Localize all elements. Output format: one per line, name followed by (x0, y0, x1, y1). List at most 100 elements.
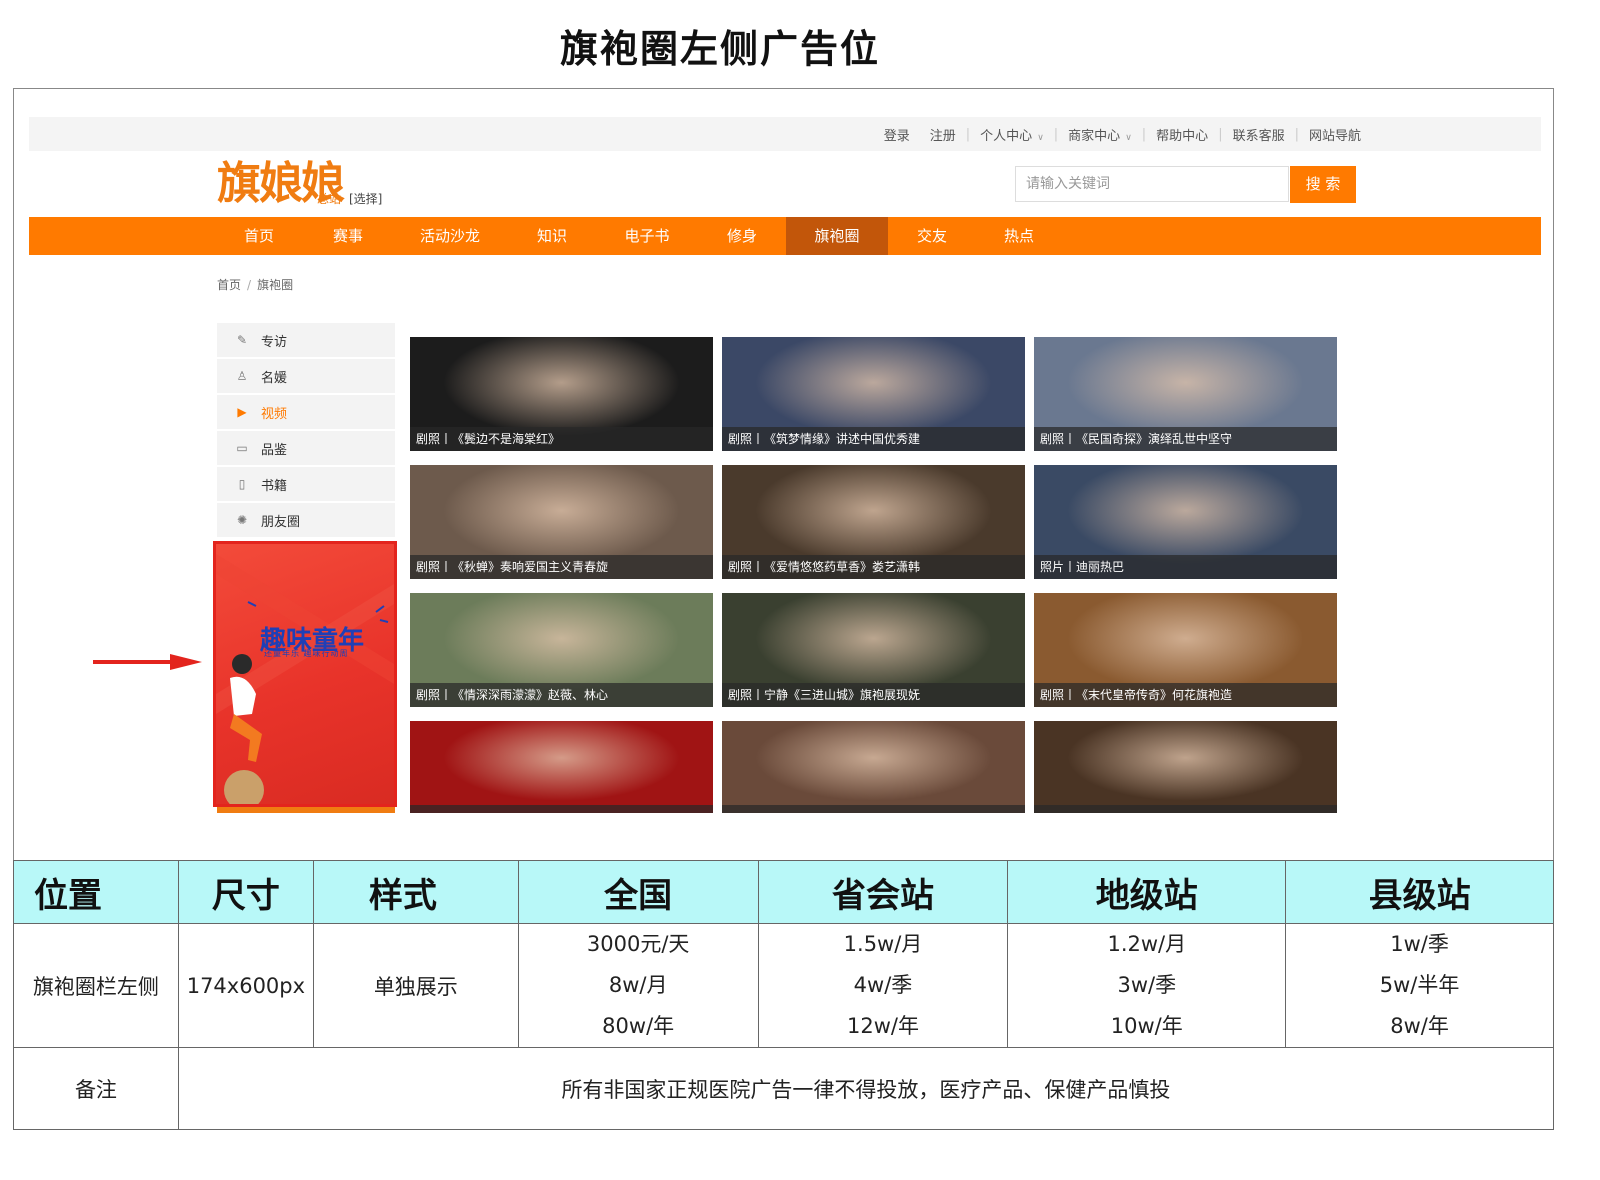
ad-illustration (216, 554, 394, 804)
price-national-2: 8w/月 (608, 973, 668, 997)
pricing-table: 位置 尺寸 样式 全国 省会站 地级站 县级站 旗袍圈栏左侧 174x600px… (13, 860, 1555, 1130)
top-link-label: 网站导航 (1308, 128, 1361, 144)
top-link-label: 联系客服 (1232, 128, 1285, 144)
photo-caption: 剧照丨《爱情悠悠药草香》娄艺潇韩 (722, 555, 1025, 579)
chevron-down-icon: ∨ (1125, 132, 1132, 143)
photo-card[interactable]: 剧照丨《秋蝉》奏响爱国主义青春旋 (410, 465, 713, 579)
top-link-label: 商家中心 (1068, 128, 1121, 144)
top-link[interactable]: 个人中心 ∨ (970, 125, 1054, 144)
photo-caption: 剧照丨《鬓边不是海棠红》 (410, 427, 713, 451)
header-size: 尺寸 (177, 860, 314, 924)
note-text: 所有非国家正规医院广告一律不得投放，医疗产品、保健产品慎投 (177, 1047, 1555, 1130)
cell-national: 3000元/天 8w/月 80w/年 (517, 923, 759, 1048)
photo-card[interactable]: 剧照丨《末代皇帝传奇》何花旗袍造 (1034, 593, 1337, 707)
price-prefecture-1: 1.2w/月 (1107, 932, 1187, 956)
nav-item[interactable]: 交友 (894, 217, 970, 255)
photo-card[interactable] (1034, 721, 1337, 813)
top-link-label: 登录 (883, 128, 910, 144)
nav-item[interactable]: 修身 (704, 217, 780, 255)
side-menu-label: 视频 (261, 406, 288, 422)
side-menu-item[interactable]: ▶ 视频 (217, 395, 395, 429)
header-position: 位置 (13, 860, 179, 924)
book-icon: ▯ (238, 477, 246, 491)
nav-item[interactable]: 电子书 (604, 217, 690, 255)
side-menu: ✎ 专访 ♙ 名媛 ▶ 视频 ▭ 品鉴 ▯ 书籍 ✺ 朋友圈 (217, 323, 395, 539)
cell-prefecture: 1.2w/月 3w/季 10w/年 (1007, 923, 1287, 1048)
photo-card[interactable]: 剧照丨《情深深雨濛濛》赵薇、林心 (410, 593, 713, 707)
screen-icon: ▭ (236, 441, 248, 455)
top-link-label: 个人中心 (980, 128, 1033, 144)
side-menu-item[interactable]: ♙ 名媛 (217, 359, 395, 393)
search-button[interactable]: 搜 索 (1290, 166, 1356, 203)
edit-icon: ✎ (236, 333, 248, 347)
photo-caption: 剧照丨《筑梦情缘》讲述中国优秀建 (722, 427, 1025, 451)
top-link[interactable]: 联系客服 (1223, 125, 1295, 144)
breadcrumb-current: 旗袍圈 (257, 278, 294, 292)
chevron-down-icon: ∨ (1037, 132, 1044, 143)
price-provincial-3: 12w/年 (846, 1014, 919, 1038)
photo-card[interactable]: 剧照丨《鬓边不是海棠红》 (410, 337, 713, 451)
photo-caption (722, 805, 1025, 813)
nav-item[interactable]: 知识 (514, 217, 590, 255)
photo-card[interactable]: 照片丨迪丽热巴 (1034, 465, 1337, 579)
price-provincial-1: 1.5w/月 (843, 932, 923, 956)
header-provincial: 省会站 (757, 860, 1009, 924)
top-link-label: 帮助中心 (1156, 128, 1209, 144)
side-menu-item[interactable]: ▯ 书籍 (217, 467, 395, 501)
header-prefecture: 地级站 (1007, 860, 1287, 924)
pointer-arrow-icon (170, 654, 202, 670)
side-menu-label: 品鉴 (261, 442, 288, 458)
top-links: 登录 注册 | 个人中心 ∨ | 商家中心 ∨ | 帮助中心 | 联系客服 | 网站导航 (874, 117, 1371, 151)
top-utility-bar: 登录 注册 | 个人中心 ∨ | 商家中心 ∨ | 帮助中心 | 联系客服 | 网站导航 (29, 117, 1541, 151)
photo-card[interactable]: 剧照丨《筑梦情缘》讲述中国优秀建 (722, 337, 1025, 451)
photo-caption: 照片丨迪丽热巴 (1034, 555, 1337, 579)
photo-card[interactable]: 剧照丨宁静《三进山城》旗袍展现妩 (722, 593, 1025, 707)
pricing-data-row: 旗袍圈栏左侧 174x600px 单独展示 3000元/天 8w/月 80w/年… (13, 923, 1554, 1048)
nav-item[interactable]: 赛事 (311, 217, 385, 255)
nav-item[interactable]: 旗袍圈 (786, 217, 888, 255)
site-name: 总站 (317, 192, 342, 206)
video-icon: ▶ (237, 405, 247, 419)
top-link[interactable]: 网站导航 (1299, 125, 1371, 144)
site-choose-link[interactable]: [选择] (349, 190, 382, 207)
photo-caption: 剧照丨《情深深雨濛濛》赵薇、林心 (410, 683, 713, 707)
side-menu-item[interactable]: ▭ 品鉴 (217, 431, 395, 465)
price-national-3: 80w/年 (602, 1014, 675, 1038)
cell-county: 1w/季 5w/半年 8w/年 (1285, 923, 1554, 1048)
top-link[interactable]: 注册 (920, 125, 966, 144)
breadcrumb: 首页 / 旗袍圈 (217, 276, 293, 293)
top-link[interactable]: 帮助中心 (1146, 125, 1218, 144)
photo-card[interactable]: 剧照丨《爱情悠悠药草香》娄艺潇韩 (722, 465, 1025, 579)
nav-item[interactable]: 活动沙龙 (399, 217, 501, 255)
top-link-label: 注册 (929, 128, 956, 144)
ad-banner[interactable]: 趣味童年 还童年乐 趣味行动周 (213, 541, 397, 807)
top-link[interactable]: 登录 (874, 125, 920, 144)
photo-card[interactable] (722, 721, 1025, 813)
price-national-1: 3000元/天 (586, 932, 690, 956)
breadcrumb-home[interactable]: 首页 (217, 278, 241, 292)
nav-item[interactable]: 首页 (219, 217, 299, 255)
photo-caption: 剧照丨宁静《三进山城》旗袍展现妩 (722, 683, 1025, 707)
pricing-note-row: 备注 所有非国家正规医院广告一律不得投放，医疗产品、保健产品慎投 (13, 1047, 1555, 1130)
header-national: 全国 (517, 860, 759, 924)
cell-size: 174x600px (177, 923, 314, 1048)
person-icon: ♙ (236, 369, 248, 383)
price-county-1: 1w/季 (1390, 932, 1449, 956)
price-county-3: 8w/年 (1390, 1014, 1449, 1038)
side-menu-item[interactable]: ✎ 专访 (217, 323, 395, 357)
side-menu-label: 朋友圈 (261, 514, 301, 530)
side-menu-item[interactable]: ✺ 朋友圈 (217, 503, 395, 537)
price-prefecture-3: 10w/年 (1110, 1014, 1183, 1038)
price-prefecture-2: 3w/季 (1117, 973, 1177, 997)
top-link[interactable]: 商家中心 ∨ (1058, 125, 1142, 144)
nav-item[interactable]: 热点 (979, 217, 1059, 255)
photo-card[interactable] (410, 721, 713, 813)
cell-position: 旗袍圈栏左侧 (13, 923, 179, 1048)
photo-card[interactable]: 剧照丨《民国奇探》演绎乱世中坚守 (1034, 337, 1337, 451)
breadcrumb-separator: / (247, 278, 252, 292)
search-input[interactable]: 请输入关键词 (1015, 166, 1289, 202)
main-nav: 首页 赛事 活动沙龙 知识 电子书 修身 旗袍圈 交友 热点 (29, 217, 1541, 255)
cell-provincial: 1.5w/月 4w/季 12w/年 (757, 923, 1009, 1048)
cell-style: 单独展示 (312, 923, 519, 1048)
photo-caption (410, 805, 713, 813)
